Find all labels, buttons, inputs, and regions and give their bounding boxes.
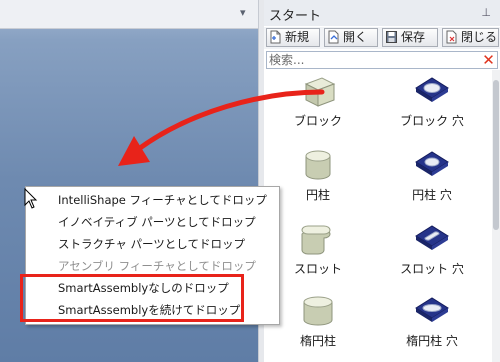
close-document-icon bbox=[446, 30, 457, 44]
catalog-item-cylinder[interactable]: 円柱 bbox=[268, 148, 368, 218]
save-button-label: 保存 bbox=[401, 30, 426, 44]
cylinder-hole-icon bbox=[415, 151, 449, 176]
block-icon bbox=[304, 77, 336, 107]
panel-titlebar: スタート ⊥ bbox=[264, 0, 500, 26]
catalog-item-slot[interactable]: スロット bbox=[268, 222, 368, 292]
catalog-item-cylinder-hole[interactable]: 円柱 穴 bbox=[382, 148, 482, 218]
panel-title: スタート bbox=[269, 9, 322, 24]
catalog-grid: ブロック ブロック 穴 円柱 円柱 穴 スロット スロット 穴 楕円柱 楕円柱 … bbox=[264, 70, 500, 362]
save-button[interactable]: 保存 bbox=[382, 28, 438, 47]
catalog-item-elliptic-cylinder-hole[interactable]: 楕円柱 穴 bbox=[382, 294, 482, 362]
mouse-cursor-icon bbox=[24, 188, 38, 209]
close-button-label: 閉じる bbox=[461, 30, 498, 44]
slot-hole-icon bbox=[415, 225, 449, 250]
catalog-item-label: 楕円柱 穴 bbox=[406, 334, 458, 348]
catalog-item-label: 円柱 bbox=[305, 188, 330, 202]
search-input[interactable] bbox=[269, 52, 479, 68]
menu-item-drop-as-innovative-part[interactable]: イノベイティブ パーツとしてドロップ bbox=[26, 211, 278, 233]
pin-icon[interactable]: ▾ bbox=[240, 7, 250, 18]
open-button-label: 開く bbox=[343, 30, 368, 44]
catalog-item-elliptic-cylinder[interactable]: 楕円柱 bbox=[268, 294, 368, 362]
pin-icon[interactable]: ⊥ bbox=[481, 6, 491, 19]
cylinder-icon bbox=[305, 150, 331, 180]
new-document-icon bbox=[270, 30, 281, 44]
block-hole-icon bbox=[415, 77, 449, 102]
menu-item-drop-as-intellishape[interactable]: IntelliShape フィーチャとしてドロップ bbox=[26, 189, 278, 211]
close-button[interactable]: 閉じる bbox=[442, 28, 499, 47]
catalog-item-slot-hole[interactable]: スロット 穴 bbox=[382, 222, 482, 292]
catalog-item-label: ブロック 穴 bbox=[400, 114, 464, 128]
menu-item-drop-as-structure-part[interactable]: ストラクチャ パーツとしてドロップ bbox=[26, 233, 278, 255]
catalog-scrollbar[interactable] bbox=[492, 70, 500, 362]
new-button-label: 新規 bbox=[285, 30, 310, 44]
catalog-item-block-hole[interactable]: ブロック 穴 bbox=[382, 74, 482, 144]
catalog-item-label: 円柱 穴 bbox=[412, 188, 452, 202]
elliptic-cylinder-icon bbox=[303, 296, 333, 326]
start-panel: スタート ⊥ 新規 開く 保存 閉じる 検索... ✕ ブロック ブロック 穴 … bbox=[264, 0, 500, 362]
scrollbar-thumb[interactable] bbox=[493, 80, 499, 230]
search-box: ✕ bbox=[266, 51, 498, 69]
annotation-highlight-box bbox=[20, 274, 244, 322]
new-button[interactable]: 新規 bbox=[266, 28, 320, 47]
open-button[interactable]: 開く bbox=[324, 28, 378, 47]
elliptic-cylinder-hole-icon bbox=[415, 297, 449, 322]
viewport-titlebar: ▾ bbox=[0, 0, 258, 29]
save-icon bbox=[386, 31, 397, 43]
open-document-icon bbox=[328, 30, 339, 44]
catalog-item-label: 楕円柱 bbox=[299, 334, 336, 348]
catalog-item-label: スロット 穴 bbox=[400, 262, 464, 276]
catalog-item-label: スロット bbox=[293, 262, 342, 276]
toolbar: 新規 開く 保存 閉じる bbox=[264, 27, 500, 49]
catalog-item-block[interactable]: ブロック bbox=[268, 74, 368, 144]
clear-search-icon[interactable]: ✕ bbox=[481, 52, 496, 68]
catalog-item-label: ブロック bbox=[293, 114, 342, 128]
slot-icon bbox=[301, 225, 331, 255]
